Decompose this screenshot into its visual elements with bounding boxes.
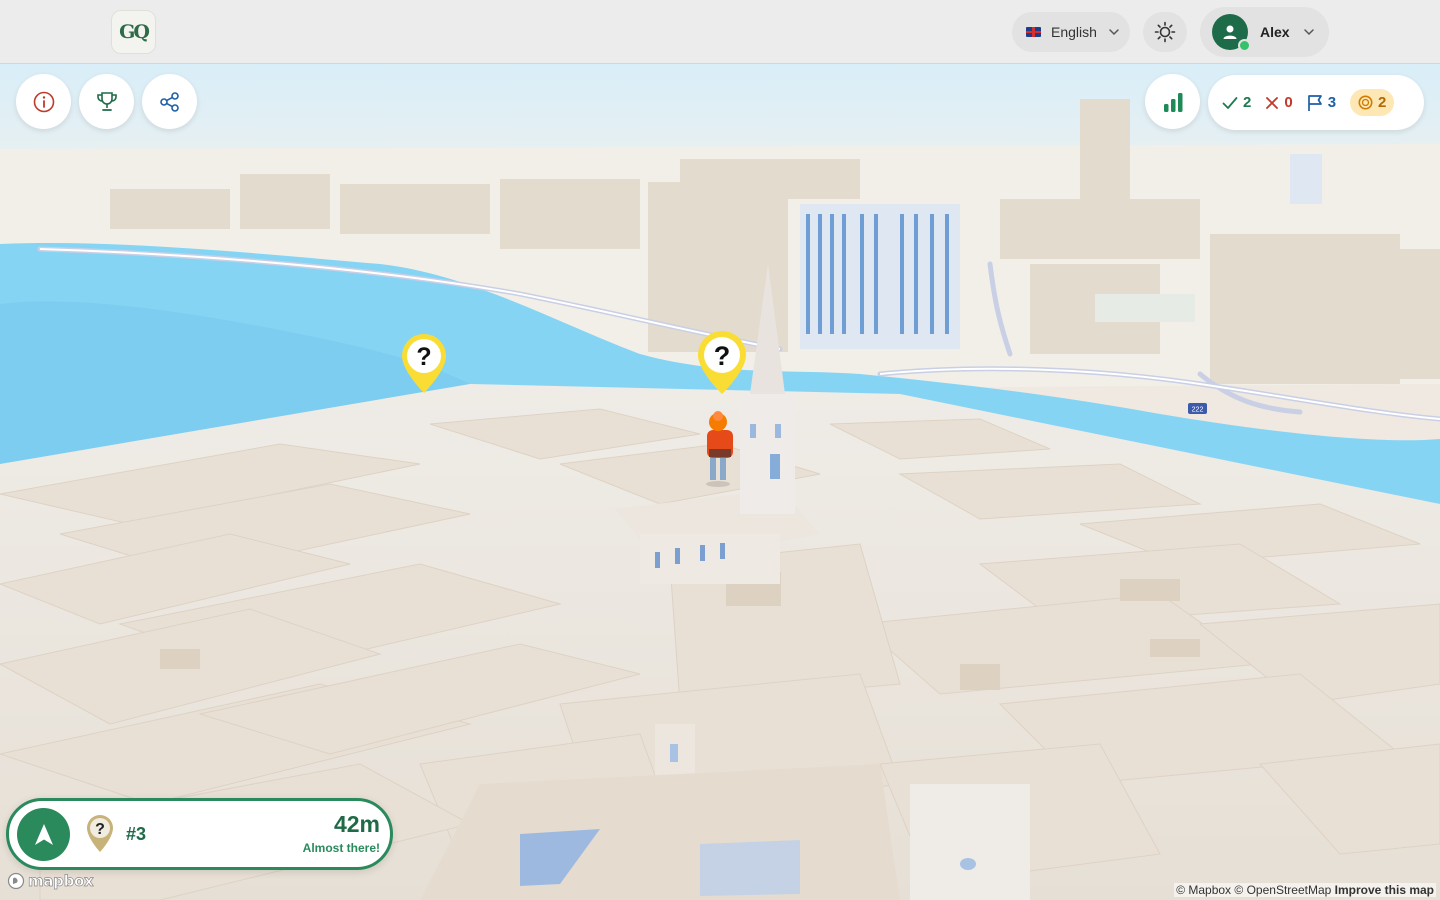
share-icon xyxy=(159,91,179,112)
check-icon xyxy=(1222,96,1238,109)
info-button[interactable] xyxy=(16,74,71,129)
pin-label: ? xyxy=(714,341,731,371)
user-menu-button[interactable]: Alex xyxy=(1200,7,1329,57)
question-marker[interactable]: ? xyxy=(399,331,449,400)
question-marker[interactable]: ? xyxy=(695,328,749,401)
target-pin-icon: ? xyxy=(87,815,113,852)
chevron-down-icon xyxy=(1109,29,1119,36)
sun-icon xyxy=(1154,21,1176,43)
avatar xyxy=(1212,14,1251,52)
trophy-button[interactable] xyxy=(79,74,134,129)
road-label: 222 xyxy=(1192,407,1204,414)
coin-count: 2 xyxy=(1350,89,1395,116)
uk-flag-icon xyxy=(1026,27,1041,37)
attribution-osm-link[interactable]: © OpenStreetMap xyxy=(1234,883,1331,897)
mapbox-logo-text: mapbox xyxy=(28,872,94,891)
map-scene: 222 xyxy=(0,64,1440,900)
top-bar: GQ English Alex xyxy=(0,0,1440,64)
theme-toggle-button[interactable] xyxy=(1143,12,1187,52)
distance-value: 42m xyxy=(333,811,380,837)
correct-count: 2 xyxy=(1222,94,1251,111)
language-selector[interactable]: English xyxy=(1012,12,1130,52)
leaderboard-button[interactable] xyxy=(1145,74,1200,129)
share-button[interactable] xyxy=(142,74,197,129)
language-label: English xyxy=(1051,24,1097,40)
online-status-dot xyxy=(1238,39,1251,52)
coin-icon xyxy=(1358,95,1373,110)
map-attribution: © Mapbox © OpenStreetMap Improve this ma… xyxy=(1174,883,1436,897)
logo-text: GQ xyxy=(119,21,150,43)
direction-button[interactable] xyxy=(17,808,70,861)
info-icon xyxy=(33,91,54,112)
map-pin-icon: ? xyxy=(402,334,446,393)
navigation-card[interactable]: ? #3 42m Almost there! xyxy=(6,798,393,870)
trophy-icon xyxy=(96,91,117,111)
flag-icon xyxy=(1307,94,1322,111)
bar-chart-icon xyxy=(1163,92,1182,112)
coin-value: 2 xyxy=(1378,94,1387,111)
flag-count: 3 xyxy=(1307,94,1336,112)
user-icon xyxy=(1223,25,1237,39)
chevron-down-icon xyxy=(1303,29,1314,36)
navigation-arrow-icon xyxy=(34,823,53,845)
map-canvas[interactable]: 222 xyxy=(0,64,1440,900)
cross-icon xyxy=(1266,96,1279,109)
user-name: Alex xyxy=(1260,24,1290,40)
improve-map-link[interactable]: Improve this map xyxy=(1335,883,1434,897)
pin-label: ? xyxy=(416,343,431,371)
mapbox-logo[interactable]: mapbox xyxy=(7,872,94,891)
score-stats: 2 0 3 2 xyxy=(1208,75,1424,130)
attribution-mapbox-link[interactable]: © Mapbox xyxy=(1176,883,1231,897)
correct-value: 2 xyxy=(1243,94,1252,111)
app-logo[interactable]: GQ xyxy=(111,10,156,54)
flag-value: 3 xyxy=(1327,94,1337,111)
wrong-value: 0 xyxy=(1284,94,1293,111)
wrong-count: 0 xyxy=(1265,94,1293,111)
mapbox-icon xyxy=(7,872,25,890)
map-pin-icon: ? xyxy=(698,331,746,394)
target-pin-label: ? xyxy=(95,821,105,838)
distance-status: Almost there! xyxy=(302,841,380,855)
target-number: #3 xyxy=(126,824,147,844)
